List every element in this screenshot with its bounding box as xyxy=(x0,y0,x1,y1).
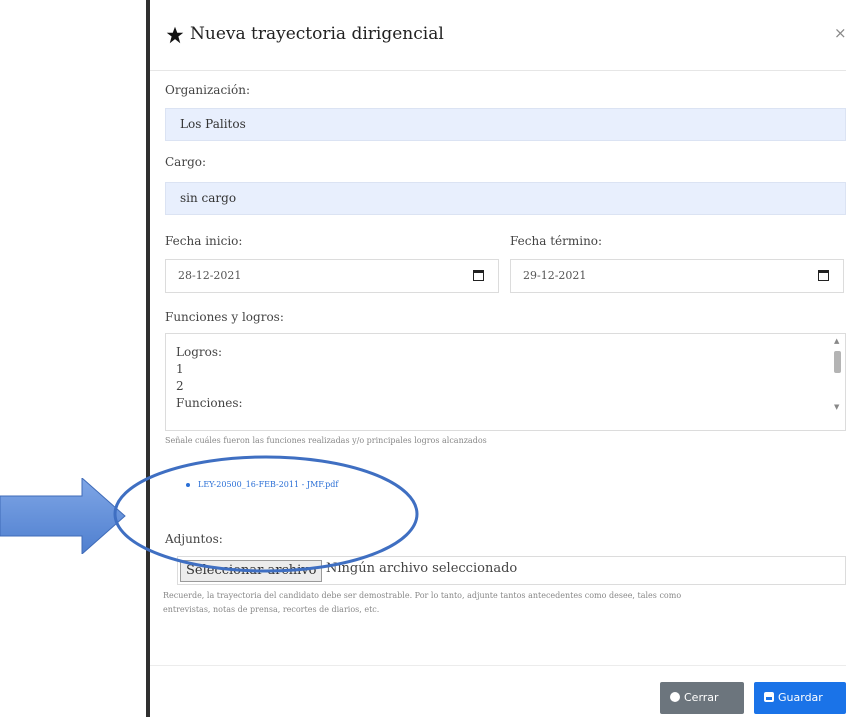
fecha-termino-input[interactable]: 29-12-2021 xyxy=(510,259,844,293)
cerrar-button[interactable]: Cerrar xyxy=(660,682,744,721)
save-icon xyxy=(764,692,774,702)
modal-dialog: Nueva trayectoria dirigencial × Organiza… xyxy=(150,0,846,721)
fecha-termino-label: Fecha término: xyxy=(510,234,603,248)
fecha-termino-value: 29-12-2021 xyxy=(523,269,587,282)
organizacion-label: Organización: xyxy=(165,83,251,97)
fecha-inicio-input[interactable]: 28-12-2021 xyxy=(165,259,499,293)
funciones-line: 2 xyxy=(176,379,184,393)
cargo-input[interactable]: sin cargo xyxy=(165,182,846,215)
calendar-icon[interactable] xyxy=(818,270,829,281)
cerrar-label: Cerrar xyxy=(684,691,719,704)
guardar-label: Guardar xyxy=(778,691,823,704)
cargo-label: Cargo: xyxy=(165,155,207,169)
funciones-help-text: Señale cuáles fueron las funciones reali… xyxy=(165,436,487,445)
guardar-button[interactable]: Guardar xyxy=(754,682,846,714)
adjuntos-help-line2: entrevistas, notas de prensa, recortes d… xyxy=(163,605,380,614)
star-icon xyxy=(166,26,184,44)
times-circle-icon xyxy=(670,689,680,721)
scroll-up-icon[interactable]: ▲ xyxy=(834,337,839,345)
funciones-label: Funciones y logros: xyxy=(165,310,284,324)
modal-header: Nueva trayectoria dirigencial × xyxy=(150,0,846,71)
scroll-thumb[interactable] xyxy=(834,351,841,373)
annotation-ellipse xyxy=(113,455,419,573)
funciones-text: Logros: 1 2 Funciones: xyxy=(176,344,243,412)
organizacion-input[interactable]: Los Palitos xyxy=(165,108,846,141)
funciones-line: Funciones: xyxy=(176,396,243,410)
close-icon[interactable]: × xyxy=(834,24,846,42)
textarea-scrollbar[interactable]: ▲ ▼ xyxy=(832,337,842,427)
modal-title: Nueva trayectoria dirigencial xyxy=(190,24,444,44)
funciones-textarea[interactable]: Logros: 1 2 Funciones: ▲ ▼ xyxy=(165,333,846,431)
fecha-inicio-label: Fecha inicio: xyxy=(165,234,243,248)
calendar-icon[interactable] xyxy=(473,270,484,281)
fecha-inicio-value: 28-12-2021 xyxy=(178,269,242,282)
adjuntos-help-line1: Recuerde, la trayectoria del candidato d… xyxy=(163,591,682,600)
funciones-line: Logros: xyxy=(176,345,223,359)
funciones-line: 1 xyxy=(176,362,184,376)
modal-footer: Cerrar Guardar xyxy=(150,665,846,721)
scroll-down-icon[interactable]: ▼ xyxy=(834,403,839,411)
